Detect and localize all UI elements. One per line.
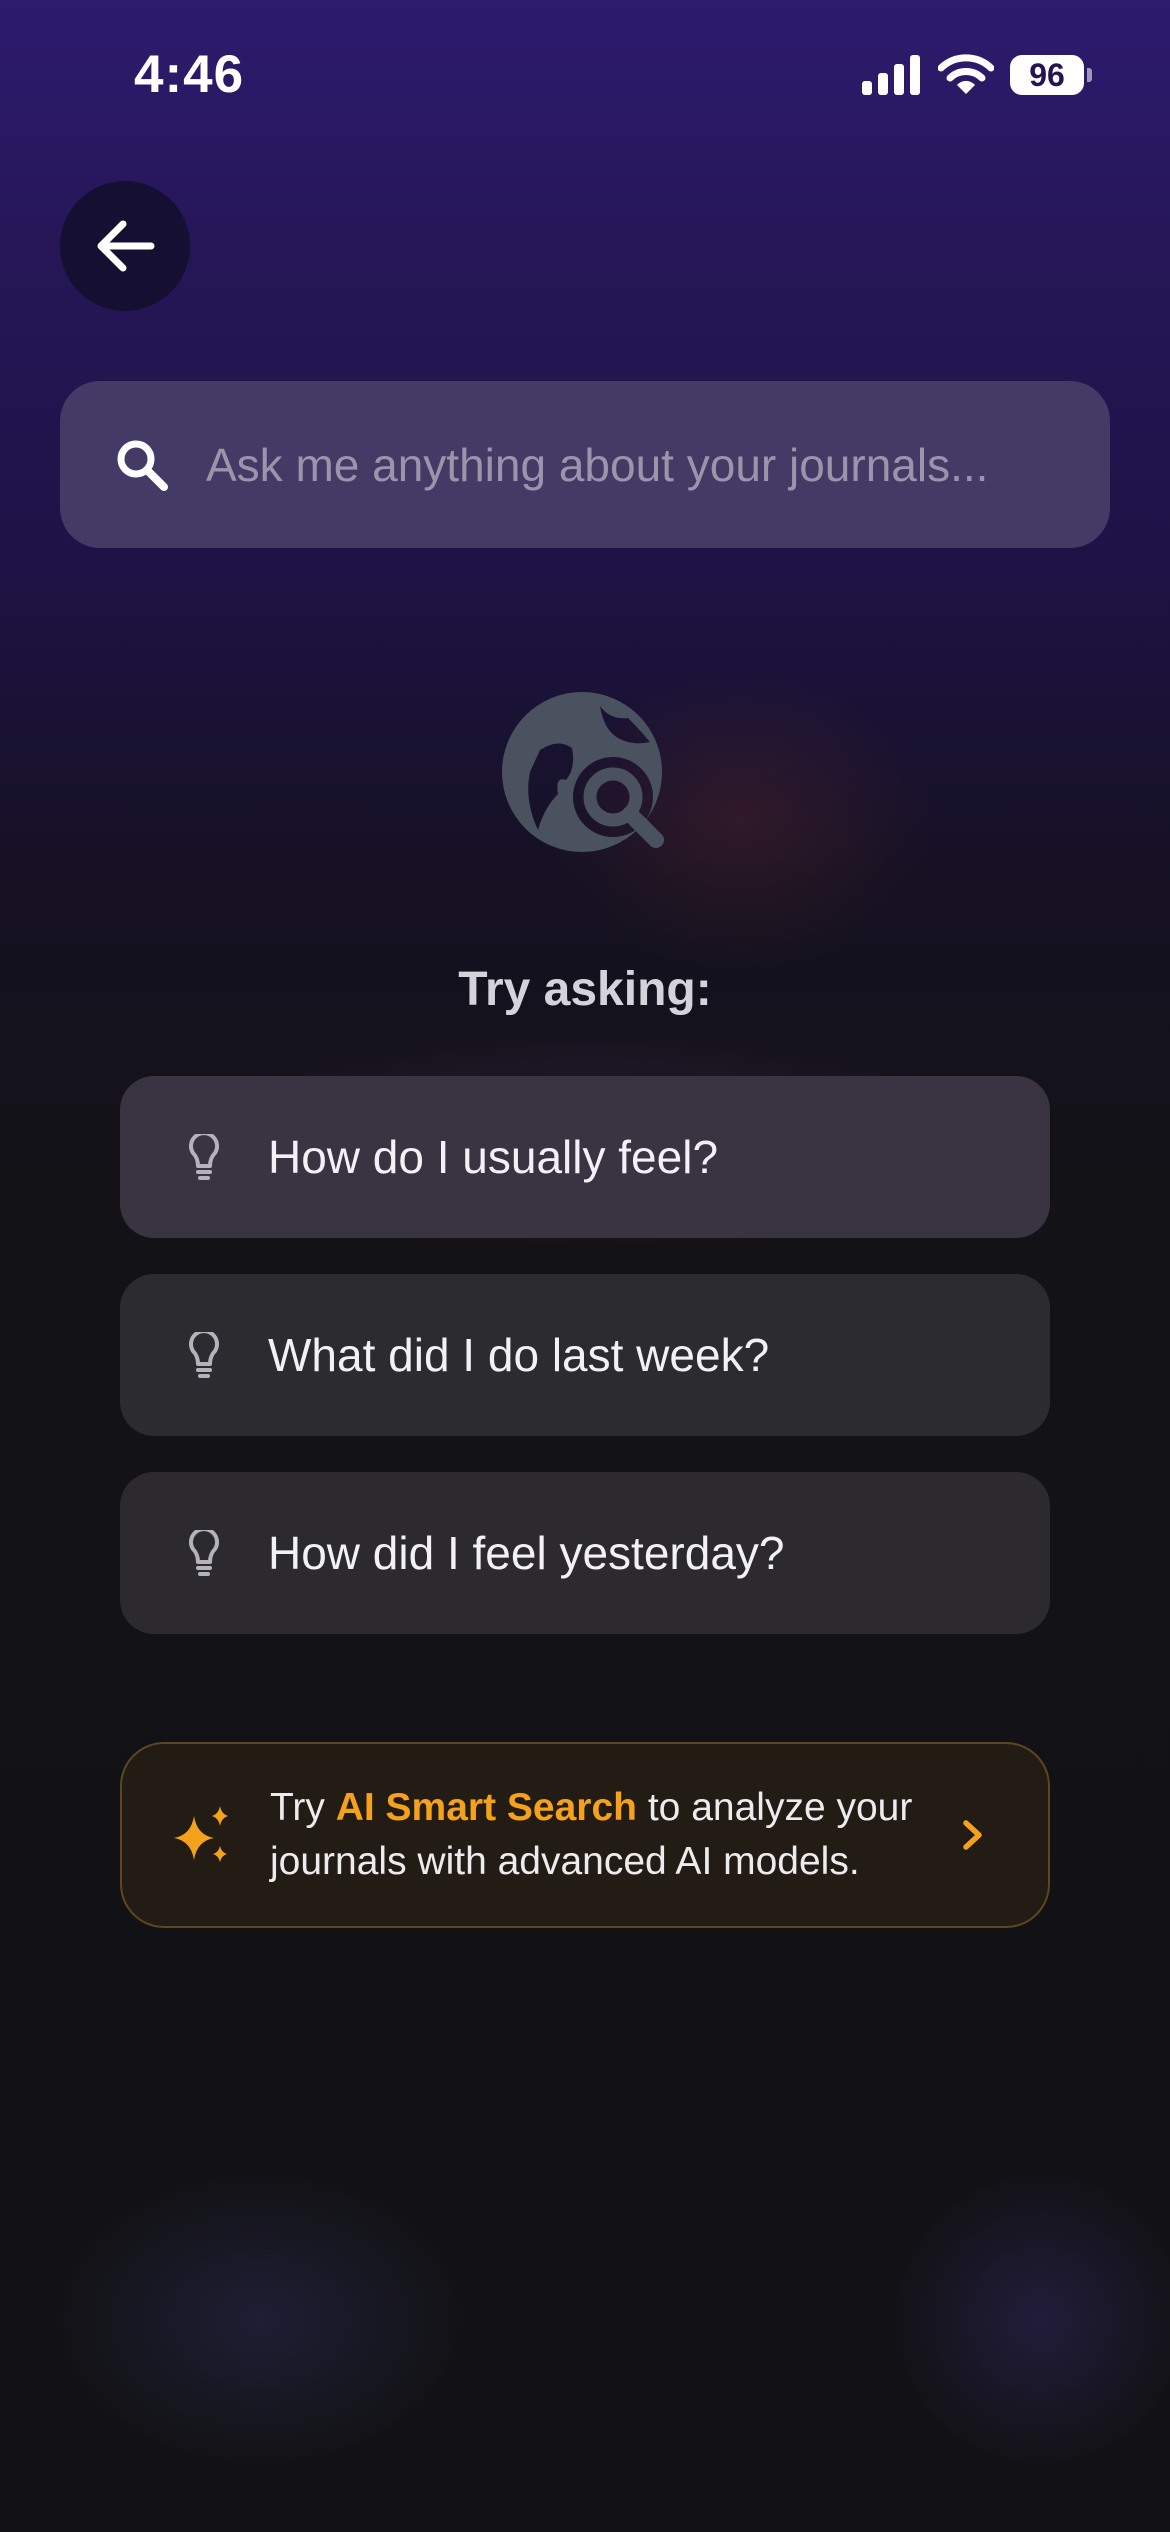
try-asking-heading: Try asking: [458,963,712,1016]
promo-text: Try AI Smart Search to analyze your jour… [270,1781,932,1889]
back-arrow-icon [97,220,155,272]
suggestion-label: What did I do last week? [268,1329,770,1381]
globe-search-icon [502,692,664,852]
suggestion-label: How do I usually feel? [268,1131,719,1183]
suggestion-last-week[interactable]: What did I do last week? [120,1274,1050,1436]
promo-prefix: Try [270,1786,336,1829]
battery-tip [1087,68,1092,82]
wifi-icon [938,54,994,94]
lightbulb-icon [184,1529,224,1577]
back-button[interactable] [60,181,190,311]
search-bar[interactable] [60,381,1110,548]
lightbulb-icon [184,1331,224,1379]
status-icons: 96 [862,54,1092,96]
signal-icon [862,55,920,95]
suggestion-label: How did I feel yesterday? [268,1527,785,1579]
battery-level: 96 [1010,55,1084,95]
search-input[interactable] [206,437,1060,492]
ai-smart-search-banner[interactable]: Try AI Smart Search to analyze your jour… [120,1742,1050,1928]
status-time: 4:46 [134,45,245,104]
lightbulb-icon [184,1133,224,1181]
suggestion-yesterday[interactable]: How did I feel yesterday? [120,1472,1050,1634]
status-bar: 4:46 96 [0,0,1170,150]
sparkles-icon [174,1806,228,1862]
suggestion-usually-feel[interactable]: How do I usually feel? [120,1076,1050,1238]
chevron-right-icon [963,1820,982,1850]
battery-icon: 96 [1010,55,1092,95]
search-icon [112,435,172,495]
promo-highlight: AI Smart Search [335,1786,638,1829]
